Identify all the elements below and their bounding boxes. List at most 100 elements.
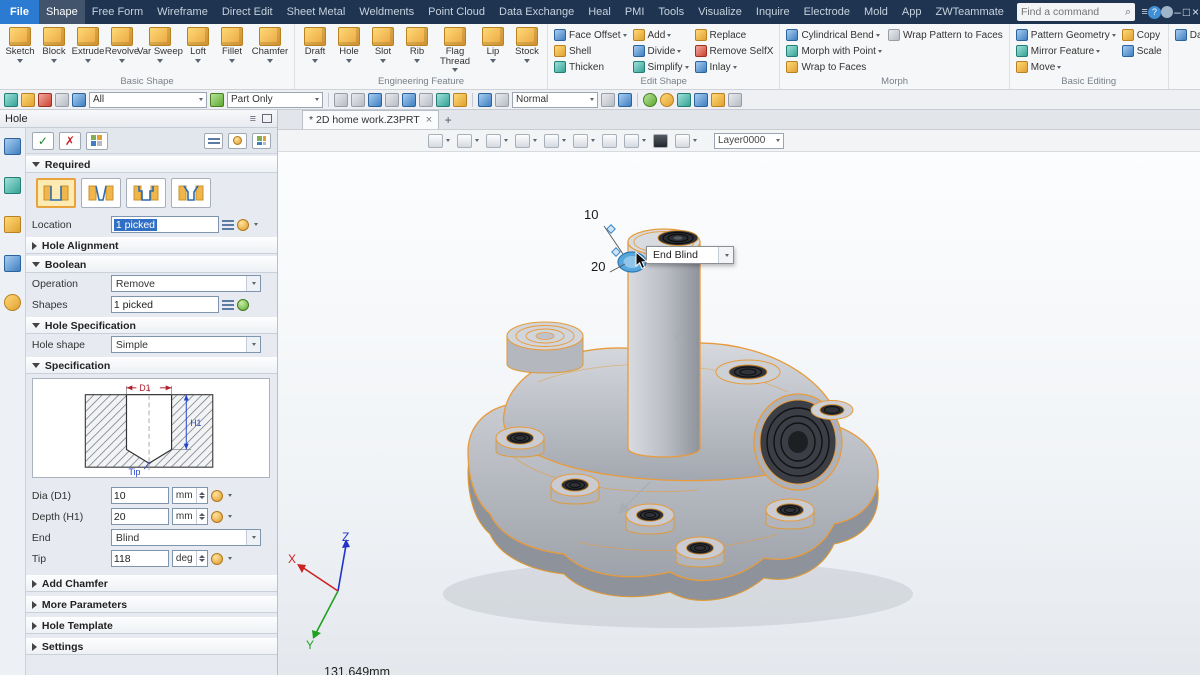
ribbon-button-lip[interactable]: Lip	[476, 25, 510, 63]
ribbon-button-flag-thread[interactable]: Flag Thread	[434, 25, 476, 72]
pan-icon[interactable]	[602, 134, 617, 148]
quickbar-icon[interactable]	[618, 93, 632, 107]
quickbar-icon[interactable]	[478, 93, 492, 107]
chevron-down-icon[interactable]	[228, 494, 232, 497]
ribbon-button-inlay[interactable]: Inlay	[692, 59, 777, 75]
search-icon[interactable]: ⌕	[1125, 6, 1131, 19]
tab-point-cloud[interactable]: Point Cloud	[421, 0, 492, 24]
side-tab-icon[interactable]	[4, 294, 21, 311]
hole-type-simple-button[interactable]	[36, 178, 76, 208]
ribbon-button-wrap-to-faces[interactable]: Wrap to Faces	[783, 59, 884, 75]
quickbar-icon[interactable]	[402, 93, 416, 107]
quickbar-icon[interactable]	[453, 93, 467, 107]
ribbon-button-move[interactable]: Move	[1013, 59, 1119, 75]
chevron-down-icon[interactable]	[533, 139, 537, 142]
ribbon-button-datum-plane[interactable]: Datum Plane	[1172, 27, 1200, 43]
apply-button[interactable]	[86, 132, 108, 150]
ribbon-button-sketch[interactable]: Sketch	[3, 25, 37, 63]
cad-model[interactable]	[278, 152, 1200, 675]
quickbar-icon[interactable]	[72, 93, 86, 107]
expression-icon[interactable]	[211, 490, 223, 502]
dim-label-20[interactable]: 20	[591, 259, 605, 274]
options-button[interactable]	[252, 133, 271, 149]
ribbon-button-extrude[interactable]: Extrude	[71, 25, 105, 63]
quickbar-icon[interactable]	[495, 93, 509, 107]
side-tab-icon[interactable]	[4, 216, 21, 233]
maximize-button[interactable]: □	[1182, 0, 1191, 24]
ribbon-button-cylindrical-bend[interactable]: Cylindrical Bend	[783, 27, 884, 43]
panel-dock-icon[interactable]	[262, 114, 272, 123]
quickbar-icon[interactable]	[419, 93, 433, 107]
menu-file[interactable]: File	[0, 0, 39, 24]
background-color-swatch[interactable]	[653, 134, 668, 148]
tab-visualize[interactable]: Visualize	[691, 0, 749, 24]
section-settings[interactable]: Settings	[26, 638, 277, 655]
quickbar-icon[interactable]	[728, 93, 742, 107]
hole-type-counterbore-button[interactable]	[126, 178, 166, 208]
new-tab-button[interactable]: +	[439, 110, 457, 129]
section-more-parameters[interactable]: More Parameters	[26, 596, 277, 613]
chevron-down-icon[interactable]	[504, 139, 508, 142]
tab-wireframe[interactable]: Wireframe	[150, 0, 215, 24]
section-hole-template[interactable]: Hole Template	[26, 617, 277, 634]
ribbon-button-pattern-geometry[interactable]: Pattern Geometry	[1013, 27, 1119, 43]
ribbon-button-copy[interactable]: Copy	[1119, 27, 1165, 43]
selection-filter-all[interactable]: All	[89, 92, 207, 108]
tab-heal[interactable]: Heal	[581, 0, 618, 24]
quickbar-icon[interactable]	[694, 93, 708, 107]
help-icon[interactable]: ?	[1148, 0, 1161, 24]
hole-type-countersink-button[interactable]	[171, 178, 211, 208]
confirm-button[interactable]: ✓	[32, 132, 54, 150]
chevron-down-icon[interactable]	[228, 557, 232, 560]
minimize-button[interactable]: –	[1173, 0, 1182, 24]
tip-input[interactable]	[111, 550, 169, 567]
ribbon-button-rib[interactable]: Rib	[400, 25, 434, 63]
pick-list-icon[interactable]	[222, 219, 234, 231]
depth-input[interactable]	[111, 508, 169, 525]
section-specification[interactable]: Specification	[26, 357, 277, 374]
display-filter-icon[interactable]	[515, 134, 530, 148]
quickbar-icon[interactable]	[385, 93, 399, 107]
dim-label-10[interactable]: 10	[584, 207, 598, 222]
quickbar-icon[interactable]	[711, 93, 725, 107]
ribbon-button-shell[interactable]: Shell	[551, 43, 630, 59]
quickbar-icon[interactable]	[55, 93, 69, 107]
side-tab-icon[interactable]	[4, 177, 21, 194]
quickbar-icon[interactable]	[334, 93, 348, 107]
chevron-down-icon[interactable]	[693, 139, 697, 142]
end-select[interactable]: Blind	[111, 529, 261, 546]
ribbon-button-mirror-feature[interactable]: Mirror Feature	[1013, 43, 1119, 59]
panel-menu-icon[interactable]: ≡	[250, 113, 256, 125]
tab-data-exchange[interactable]: Data Exchange	[492, 0, 581, 24]
tab-inquire[interactable]: Inquire	[749, 0, 797, 24]
quickbar-icon[interactable]	[660, 93, 674, 107]
tab-pmi[interactable]: PMI	[618, 0, 652, 24]
tab-app[interactable]: App	[895, 0, 929, 24]
ribbon-button-block[interactable]: Block	[37, 25, 71, 63]
section-required[interactable]: Required	[26, 156, 277, 173]
grid-icon[interactable]	[624, 134, 639, 148]
zoom-icon[interactable]	[573, 134, 588, 148]
ribbon-button-scale[interactable]: Scale	[1119, 43, 1165, 59]
tab-tools[interactable]: Tools	[651, 0, 691, 24]
view-mode-normal[interactable]: Normal	[512, 92, 598, 108]
tab-direct-edit[interactable]: Direct Edit	[215, 0, 280, 24]
quickbar-icon[interactable]	[436, 93, 450, 107]
tab-sheet-metal[interactable]: Sheet Metal	[280, 0, 353, 24]
tab-electrode[interactable]: Electrode	[797, 0, 857, 24]
expression-icon[interactable]	[237, 219, 249, 231]
expression-icon[interactable]	[211, 511, 223, 523]
ribbon-button-stock[interactable]: Stock	[510, 25, 544, 63]
document-tab[interactable]: * 2D home work.Z3PRT ×	[302, 110, 439, 129]
undo-view-icon[interactable]	[428, 134, 443, 148]
tab-mold[interactable]: Mold	[857, 0, 895, 24]
side-tab-icon[interactable]	[4, 138, 21, 155]
view-orient-icon[interactable]	[457, 134, 472, 148]
spinner[interactable]	[196, 488, 207, 503]
quickbar-icon[interactable]	[368, 93, 382, 107]
pick-mode-button[interactable]	[228, 133, 247, 149]
user-icon[interactable]	[1161, 0, 1173, 24]
spinner[interactable]	[196, 509, 207, 524]
ribbon-button-replace[interactable]: Replace	[692, 27, 777, 43]
expression-icon[interactable]	[211, 553, 223, 565]
